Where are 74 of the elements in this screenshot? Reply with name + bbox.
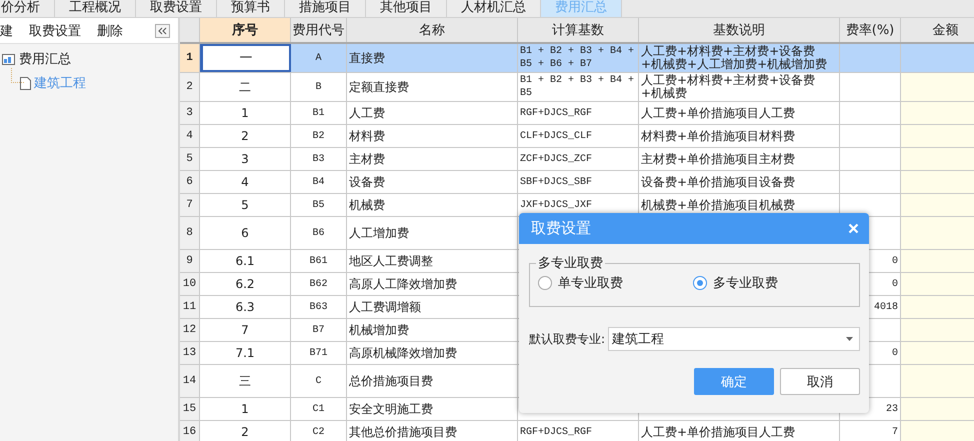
row-number: 6 — [180, 171, 200, 193]
cancel-button[interactable]: 取消 — [780, 368, 860, 395]
dialog-title: 取费设置 — [531, 219, 591, 238]
table-cell: 地区人工费调整 — [347, 250, 518, 272]
close-button[interactable] — [848, 223, 859, 234]
table-cell: 设备费 — [347, 171, 518, 193]
document-icon — [20, 76, 31, 90]
table-cell: 其他总价措施项目费 — [347, 421, 518, 441]
table-cell: 机械费 — [347, 194, 518, 216]
row-number: 10 — [180, 273, 200, 295]
table-cell: 定额直接费 — [347, 73, 518, 101]
table-cell: 人工费 — [347, 102, 518, 124]
double-chevron-icon — [158, 26, 167, 34]
table-cell: RGF+DJCS_RGF — [518, 102, 639, 124]
table-cell: 人工费调增额 — [347, 296, 518, 318]
tab[interactable]: 价分析 — [0, 0, 55, 17]
row-number: 13 — [180, 342, 200, 364]
row-number: 12 — [180, 319, 200, 341]
row-number: 7 — [180, 194, 200, 216]
table-cell: 人工费+单价措施项目人工费 — [639, 102, 840, 124]
table-cell: RGF+DJCS_RGF — [518, 421, 639, 441]
column-header[interactable]: 基数说明 — [639, 18, 840, 42]
column-header[interactable]: 名称 — [347, 18, 518, 42]
field-label: 默认取费专业: — [529, 330, 606, 348]
table-cell: 主材费 — [347, 148, 518, 170]
table-cell[interactable]: 一 — [200, 44, 291, 72]
table-cell: 高原机械降效增加费 — [347, 342, 518, 364]
table-cell: 高原人工降效增加费 — [347, 273, 518, 295]
collapse-button[interactable] — [155, 24, 170, 38]
row-number: 15 — [180, 398, 200, 420]
table-cell: 材料费+单价措施项目材料费 — [639, 125, 840, 147]
column-header[interactable]: 金额 — [901, 18, 974, 42]
group-title: 多专业取费 — [537, 255, 604, 272]
toolbar-button[interactable]: 删除 — [97, 22, 123, 40]
radio-button[interactable] — [538, 276, 552, 290]
column-header[interactable]: 费率(%) — [840, 18, 901, 42]
table-cell: 材料费 — [347, 125, 518, 147]
table-cell: SBF+DJCS_SBF — [518, 171, 639, 193]
column-header[interactable]: 计算基数 — [518, 18, 639, 42]
row-number: 1 — [180, 44, 200, 72]
tree-item[interactable]: 费用汇总 — [19, 50, 71, 68]
table-cell: 人工费+材料费+主材费+设备费+机械费 — [639, 73, 840, 101]
row-number: 2 — [180, 73, 200, 101]
row-number: 14 — [180, 365, 200, 397]
row-number: 3 — [180, 102, 200, 124]
row-number: 5 — [180, 148, 200, 170]
dropdown-field[interactable]: 建筑工程 — [608, 327, 860, 351]
table-cell: B1 + B2 + B3 + B4 + B5 + B6 + B7 — [518, 44, 639, 72]
table-cell: ZCF+DJCS_ZCF — [518, 148, 639, 170]
table-cell: 主材费+单价措施项目主材费 — [639, 148, 840, 170]
table-cell: 直接费 — [347, 44, 518, 72]
table-cell: 机械增加费 — [347, 319, 518, 341]
close-icon — [848, 223, 859, 234]
table-cell: 人工费+材料费+主材费+设备费+机械费+人工增加费+机械增加费 — [639, 44, 840, 72]
row-number: 8 — [180, 217, 200, 249]
toolbar-button[interactable]: 建 — [0, 22, 13, 40]
row-number: 9 — [180, 250, 200, 272]
row-number: 4 — [180, 125, 200, 147]
table-cell: 设备费+单价措施项目设备费 — [639, 171, 840, 193]
table-cell: CLF+DJCS_CLF — [518, 125, 639, 147]
row-number: 11 — [180, 296, 200, 318]
radio-button[interactable] — [693, 276, 707, 290]
row-number: 16 — [180, 421, 200, 441]
toolbar-button[interactable]: 取费设置 — [29, 22, 81, 40]
table-cell: 总价措施项目费 — [347, 365, 518, 397]
radio-label[interactable]: 单专业取费 — [558, 274, 623, 292]
table-cell: A — [291, 44, 347, 72]
table-cell: B1 + B2 + B3 + B4 + B5 — [518, 73, 639, 101]
table-cell: 人工增加费 — [347, 217, 518, 249]
table-cell: 安全文明施工费 — [347, 398, 518, 420]
radio-label[interactable]: 多专业取费 — [713, 274, 778, 292]
table-cell: 人工费+单价措施项目人工费 — [639, 421, 840, 441]
column-header[interactable]: 序号 — [200, 18, 291, 42]
column-header[interactable]: 费用代号 — [291, 18, 347, 42]
